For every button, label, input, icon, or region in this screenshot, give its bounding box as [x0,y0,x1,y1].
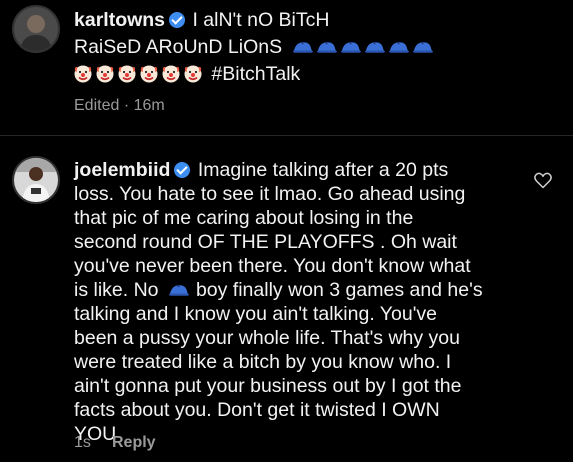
comment2-first-line: joelembiid Imagine talking after a 20 pt… [74,158,448,182]
clown-face-icon [74,65,92,83]
hashtag-link[interactable]: #BitchTalk [211,63,300,85]
avatar-joelembiid[interactable] [12,156,60,204]
heart-like-icon[interactable] [533,170,553,190]
comment2-line: been a pussy your whole life. That's why… [74,327,460,349]
comment2-line: you've never been there. You don't know … [74,255,471,277]
comment2-line: facts about you. Don't get it twisted I … [74,399,440,421]
comment1-edited-timestamp: Edited · 16m [74,97,165,114]
clown-face-icon [140,65,158,83]
reply-button[interactable]: Reply [112,434,156,452]
comment1-text-line1: I alN't nO BiTcH [192,9,330,31]
comment2-line: that pic of me caring about losing in th… [74,207,414,229]
cap-emoji-row [292,36,436,58]
comment2-text-line1: Imagine talking after a 20 pts [197,159,449,181]
comment-divider [0,135,573,136]
comment2-line: talking and I know you ain't talking. Yo… [74,303,438,325]
cap-emoji-icon [340,42,361,53]
username-joelembiid[interactable]: joelembiid [74,159,170,181]
cap-emoji-icon [388,42,409,53]
comment1-second-line: RaiSeD ARoUnD LiOnS [74,35,436,59]
comment2-line: loss. You hate to see it lmao. Go ahead … [74,183,466,205]
clown-face-icon [184,65,202,83]
clown-face-icon [118,65,136,83]
comment2-text-fragment: is like. No [74,279,159,301]
clown-face-icon [162,65,180,83]
comment1-first-line: karltowns I alN't nO BiTcH [74,8,329,32]
cap-emoji-icon [412,42,433,53]
comment2-line: ain't gonna put your business out by I g… [74,375,462,397]
avatar-karltowns[interactable] [12,5,60,53]
comment2-text-fragment: boy finally won 3 games and he's [195,279,483,301]
cap-emoji-icon [292,42,313,53]
clown-emoji-row [74,63,211,85]
clown-face-icon [96,65,114,83]
comment1-third-line: #BitchTalk [74,62,300,86]
cap-emoji-icon [316,42,337,53]
comment2-line: were treated like a bitch by you know wh… [74,351,452,373]
comment2-line-with-emoji: is like. No boy finally won 3 games and … [74,278,483,302]
comment2-time: 1s [74,434,91,451]
comment1-text-line2: RaiSeD ARoUnD LiOnS [74,36,283,58]
verified-badge-icon [169,12,186,28]
username-karltowns[interactable]: karltowns [74,9,165,31]
verified-badge-icon [174,162,191,178]
comment2-line: second round OF THE PLAYOFFS . Oh wait [74,231,457,253]
cap-emoji-icon [168,285,189,296]
cap-emoji-icon [364,42,385,53]
